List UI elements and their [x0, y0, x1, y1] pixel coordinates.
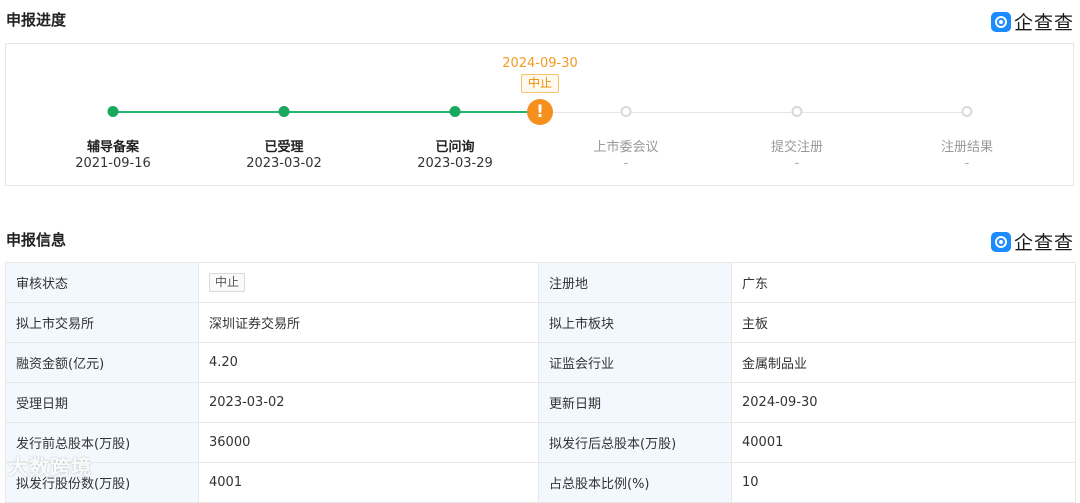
- progress-line-completed: [113, 111, 540, 113]
- field-label: 审核状态: [5, 262, 199, 303]
- brand-name: 企查查: [1013, 232, 1074, 254]
- step-date: 2021-09-16: [75, 156, 151, 171]
- step-date: -: [794, 156, 800, 171]
- step-label-listing-committee: 上市委会议: [593, 140, 659, 155]
- field-label: 占总股本比例(%): [538, 462, 732, 503]
- table-row: 发行前总股本(万股) 36000 拟发行后总股本(万股) 40001: [5, 422, 1076, 463]
- qichacha-logo[interactable]: 企查查: [990, 8, 1074, 35]
- field-label: 拟上市交易所: [5, 302, 199, 343]
- info-section-title: 申报信息: [6, 231, 67, 249]
- watermark: 大数跨境: [8, 455, 92, 479]
- step-label-registration-result: 注册结果: [940, 140, 994, 155]
- step-label-accepted: 已受理: [264, 140, 304, 155]
- step-date: -: [623, 156, 629, 171]
- filing-info-table: 审核状态 中止 注册地 广东 拟上市交易所 深圳证券交易所 拟上市板块 主板 融…: [5, 262, 1076, 503]
- qichacha-logo-icon: [990, 231, 1011, 252]
- status-badge: 中止: [209, 273, 246, 292]
- step-dot: [791, 106, 803, 117]
- field-value: 广东: [731, 262, 1076, 303]
- progress-line-pending: [540, 112, 967, 113]
- step-dot: [278, 106, 290, 117]
- field-label: 证监会行业: [538, 342, 732, 383]
- field-value: 主板: [731, 302, 1076, 343]
- field-label: 更新日期: [538, 382, 732, 423]
- table-row: 拟发行股份数(万股) 4001 占总股本比例(%) 10: [5, 462, 1076, 503]
- step-dot: [620, 106, 632, 117]
- table-row: 受理日期 2023-03-02 更新日期 2024-09-30: [5, 382, 1076, 423]
- current-status-date: 2024-09-30: [502, 56, 578, 71]
- field-value: 4001: [198, 462, 539, 503]
- step-label-inquired: 已问询: [435, 140, 475, 155]
- qichacha-logo-icon: [990, 11, 1011, 32]
- field-label: 融资金额(亿元): [5, 342, 199, 383]
- step-date: -: [964, 156, 970, 171]
- step-dot: [449, 106, 461, 117]
- field-value: 2023-03-02: [198, 382, 539, 423]
- qichacha-logo[interactable]: 企查查: [990, 228, 1074, 255]
- field-value: 2024-09-30: [731, 382, 1076, 423]
- field-label: 注册地: [538, 262, 732, 303]
- field-label: 受理日期: [5, 382, 199, 423]
- step-dot: [961, 106, 973, 117]
- table-row: 审核状态 中止 注册地 广东: [5, 262, 1076, 303]
- step-date: 2023-03-29: [417, 156, 493, 171]
- field-value: 金属制品业: [731, 342, 1076, 383]
- current-status-badge: 中止: [520, 74, 560, 93]
- field-value: 10: [731, 462, 1076, 503]
- table-row: 拟上市交易所 深圳证券交易所 拟上市板块 主板: [5, 302, 1076, 343]
- field-value: 40001: [731, 422, 1076, 463]
- step-label-tutoring-filing: 辅导备案: [86, 140, 140, 155]
- field-label: 拟上市板块: [538, 302, 732, 343]
- field-value: 中止: [198, 262, 539, 303]
- warning-icon: !: [527, 99, 553, 125]
- step-dot: [107, 106, 119, 117]
- progress-section-title: 申报进度: [6, 11, 67, 29]
- field-label: 拟发行后总股本(万股): [538, 422, 732, 463]
- field-value: 36000: [198, 422, 539, 463]
- field-value: 深圳证券交易所: [198, 302, 539, 343]
- step-date: 2023-03-02: [246, 156, 322, 171]
- step-label-submit-registration: 提交注册: [770, 140, 824, 155]
- table-row: 融资金额(亿元) 4.20 证监会行业 金属制品业: [5, 342, 1076, 383]
- field-value: 4.20: [198, 342, 539, 383]
- brand-name: 企查查: [1013, 12, 1074, 34]
